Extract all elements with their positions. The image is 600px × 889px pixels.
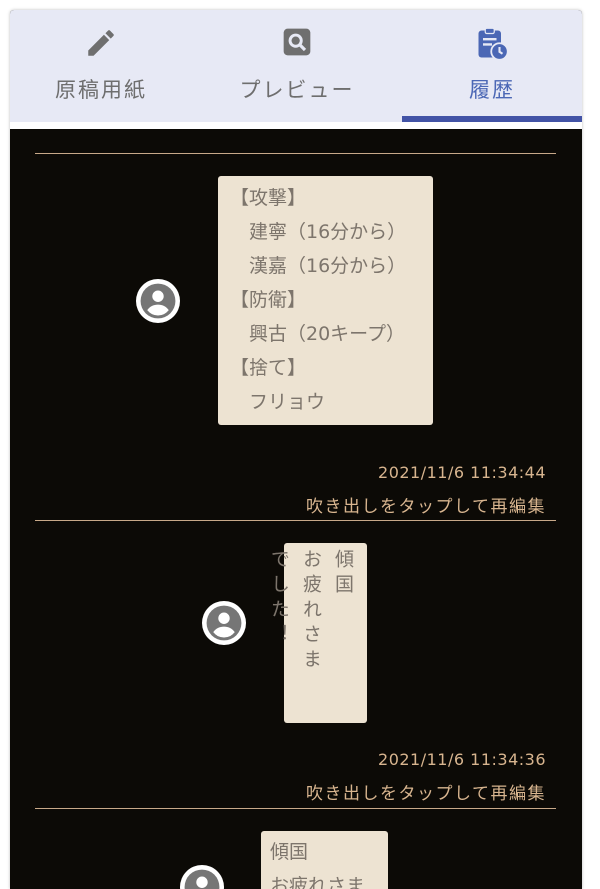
bubble-line: 興古（20キープ） [230, 323, 406, 345]
speech-bubble-vertical[interactable]: 傾国 お疲れさま でした！ [268, 543, 367, 723]
edit-hint-link[interactable]: 吹き出しをタップして再編集 [306, 492, 546, 517]
bubble-line: 建寧（16分から） [230, 221, 407, 243]
divider [35, 153, 556, 154]
avatar [180, 865, 224, 889]
tab-manuscript[interactable]: 原稿用紙 [10, 10, 192, 122]
bubble-line: 漢嘉（16分から） [230, 255, 407, 277]
tab-preview[interactable]: プレビュー [206, 10, 388, 122]
clipboard-history-icon [474, 26, 510, 66]
search-icon [281, 26, 313, 62]
vertical-column: でした！ [268, 549, 290, 649]
avatar [202, 601, 246, 645]
speech-bubble[interactable]: 傾国 お疲れさま [261, 831, 388, 889]
bubble-line: フリョウ [230, 391, 326, 413]
speech-bubble[interactable]: 【攻撃】 建寧（16分から） 漢嘉（16分から） 【防衛】 興古（20キープ） … [218, 176, 433, 425]
vertical-column: 傾国 [332, 549, 354, 599]
bubble-line: 【捨て】 [230, 357, 307, 379]
avatar [136, 279, 180, 323]
bubble-line: 【防衛】 [230, 289, 307, 311]
tab-manuscript-label: 原稿用紙 [55, 78, 147, 102]
timestamp: 2021/11/6 11:34:44 [378, 463, 546, 482]
tab-history-label: 履歴 [469, 78, 515, 102]
bubble-line: お疲れさま [270, 875, 366, 889]
tab-history[interactable]: 履歴 [402, 10, 582, 122]
vertical-column: お疲れさま [300, 549, 322, 674]
edit-hint-link[interactable]: 吹き出しをタップして再編集 [306, 779, 546, 804]
divider [35, 520, 556, 521]
tab-bar: 原稿用紙 プレビュー 履歴 [10, 10, 582, 122]
bubble-line: 傾国 [270, 841, 309, 863]
history-list[interactable]: 【攻撃】 建寧（16分から） 漢嘉（16分から） 【防衛】 興古（20キープ） … [10, 129, 582, 889]
tab-preview-label: プレビュー [239, 78, 355, 102]
bubble-line: 【攻撃】 [230, 187, 307, 209]
divider [35, 808, 556, 809]
pencil-icon [84, 26, 118, 64]
vertical-message-text: 傾国 お疲れさま でした！ [263, 549, 359, 719]
timestamp: 2021/11/6 11:34:36 [378, 750, 546, 769]
app-window: 原稿用紙 プレビュー 履歴 【攻撃】 建寧（16分から） 漢嘉（16分から） 【… [10, 10, 582, 889]
